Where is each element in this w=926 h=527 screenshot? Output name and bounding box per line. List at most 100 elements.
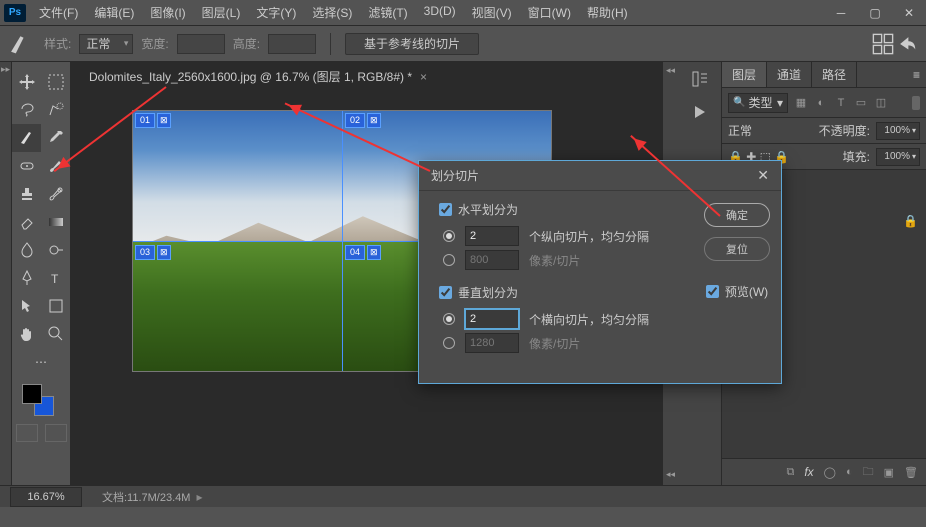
menu-filter[interactable]: 滤镜(T) [361,0,414,25]
eyedropper-tool[interactable] [41,124,70,152]
slice-tool[interactable] [12,124,41,152]
layers-tab[interactable]: 图层 [722,62,767,87]
history-brush-tool[interactable] [41,180,70,208]
height-input[interactable] [268,34,316,54]
color-swatches[interactable] [12,382,70,420]
delete-layer-icon[interactable]: 🗑 [904,466,918,479]
marquee-tool[interactable] [41,68,70,96]
layer-filter-select[interactable]: 🔍 类型 ▾ [728,93,788,113]
h-count-input[interactable] [465,226,519,246]
filter-smart-icon[interactable]: ◫ [874,96,888,110]
vertical-divide-checkbox[interactable]: 垂直划分为 [439,284,685,301]
gradient-tool[interactable] [41,208,70,236]
h-pixels-radio[interactable] [443,254,455,266]
quick-mask-icon[interactable] [16,424,38,442]
mask-icon[interactable]: ◯ [824,466,836,479]
menu-file[interactable]: 文件(F) [32,0,85,25]
zoom-field[interactable]: 16.67% [10,487,82,507]
slice-from-guides-button[interactable]: 基于参考线的切片 [345,33,479,55]
app-menu: 文件(F) 编辑(E) 图像(I) 图层(L) 文字(Y) 选择(S) 滤镜(T… [32,0,635,25]
dialog-close-icon[interactable]: ✕ [757,167,769,184]
status-bar: 16.67% 文档:11.7M/23.4M ▸ [0,485,926,507]
group-icon[interactable]: 🗀 [863,463,874,482]
opacity-input[interactable]: 100% [876,122,920,140]
v-pixels-suffix: 像素/切片 [529,335,580,352]
tools-panel: T ⋯ [12,62,70,485]
filter-pixel-icon[interactable]: ▦ [794,96,808,110]
height-label: 高度: [233,35,260,52]
maximize-button[interactable]: ▢ [858,0,892,26]
channels-tab[interactable]: 通道 [767,62,812,87]
filter-shape-icon[interactable]: ▭ [854,96,868,110]
filter-type-icon[interactable]: T [834,96,848,110]
options-bar: 样式: 正常 宽度: 高度: 基于参考线的切片 [0,26,926,62]
adjustment-icon[interactable]: ◐ [846,466,853,478]
link-layers-icon[interactable]: ⧉ [786,466,794,479]
doc-info[interactable]: 文档:11.7M/23.4M [102,489,190,505]
ok-button[interactable]: 确定 [704,203,770,227]
v-count-input[interactable] [465,309,519,329]
doc-info-chevron-icon[interactable]: ▸ [196,490,202,504]
share-icon[interactable] [896,33,918,55]
document-tab-title: Dolomites_Italy_2560x1600.jpg @ 16.7% (图… [89,68,412,85]
close-button[interactable]: ✕ [892,0,926,26]
pen-tool[interactable] [12,264,41,292]
panel-menu-icon[interactable]: ≡ [907,62,926,87]
screen-mode-icon[interactable] [45,424,67,442]
svg-text:T: T [51,272,59,286]
menu-type[interactable]: 文字(Y) [249,0,303,25]
document-tab[interactable]: Dolomites_Italy_2560x1600.jpg @ 16.7% (图… [78,64,438,88]
menu-3d[interactable]: 3D(D) [417,0,463,25]
eraser-tool[interactable] [12,208,41,236]
paths-tab[interactable]: 路径 [812,62,857,87]
current-tool-icon[interactable] [8,33,36,55]
dodge-tool[interactable] [41,236,70,264]
menu-layer[interactable]: 图层(L) [195,0,248,25]
menu-window[interactable]: 窗口(W) [521,0,578,25]
style-select[interactable]: 正常 [79,34,133,54]
h-pixels-input [465,250,519,270]
v-pixels-radio[interactable] [443,337,455,349]
healing-tool[interactable] [12,152,41,180]
menu-select[interactable]: 选择(S) [305,0,359,25]
v-count-radio[interactable] [443,313,455,325]
move-tool[interactable] [12,68,41,96]
horizontal-divide-checkbox[interactable]: 水平划分为 [439,201,685,218]
history-panel-icon[interactable] [691,70,709,91]
quick-select-tool[interactable] [41,96,70,124]
menu-edit[interactable]: 编辑(E) [87,0,141,25]
stamp-tool[interactable] [12,180,41,208]
filter-toggle[interactable] [912,96,920,110]
path-select-tool[interactable] [12,292,41,320]
menu-help[interactable]: 帮助(H) [580,0,635,25]
v-pixels-input [465,333,519,353]
fill-input[interactable]: 100% [876,148,920,166]
actions-panel-icon[interactable] [691,103,709,124]
width-label: 宽度: [141,35,168,52]
shape-tool[interactable] [41,292,70,320]
blend-mode-select[interactable]: 正常 [728,122,752,139]
new-layer-icon[interactable]: ▣ [884,466,894,479]
h-count-radio[interactable] [443,230,455,242]
filter-adjust-icon[interactable]: ◐ [814,96,828,110]
lock-icon: 🔒 [903,214,918,228]
edit-toolbar[interactable]: ⋯ [12,348,70,376]
zoom-tool[interactable] [41,320,70,348]
h-count-suffix: 个纵向切片，均匀分隔 [529,228,649,245]
reset-button[interactable]: 复位 [704,237,770,261]
menu-bar: Ps 文件(F) 编辑(E) 图像(I) 图层(L) 文字(Y) 选择(S) 滤… [0,0,926,26]
fx-icon[interactable]: fx [804,465,813,479]
preview-checkbox[interactable]: 预览(W) [706,283,768,300]
width-input[interactable] [177,34,225,54]
type-tool[interactable]: T [41,264,70,292]
tool-column-collapse[interactable]: ▸▸ [0,62,12,485]
blur-tool[interactable] [12,236,41,264]
close-tab-icon[interactable]: × [420,70,427,84]
lasso-tool[interactable] [12,96,41,124]
minimize-button[interactable]: ─ [824,0,858,26]
menu-view[interactable]: 视图(V) [465,0,519,25]
view-grid-icon[interactable] [872,33,894,55]
hand-tool[interactable] [12,320,41,348]
menu-image[interactable]: 图像(I) [143,0,192,25]
dialog-title: 划分切片 [431,167,479,184]
